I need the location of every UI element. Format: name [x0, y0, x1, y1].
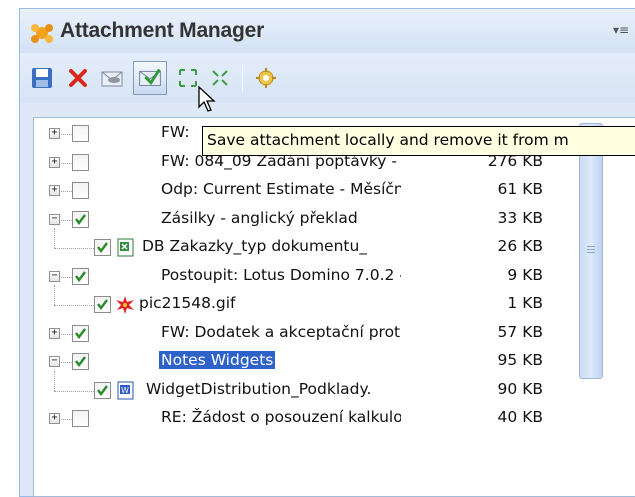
tooltip: Save attachment locally and remove it fr… — [202, 126, 635, 156]
panel-title: Attachment Manager — [60, 19, 265, 42]
save-and-remove-icon[interactable] — [133, 61, 167, 95]
excel-file-icon — [115, 237, 136, 258]
tree-row[interactable]: + FW: Dodatek a akceptační protok 57 KB — [34, 320, 614, 348]
panel-menu-icon[interactable]: ▾≡ — [613, 23, 629, 37]
tree-row[interactable]: W WidgetDistribution_Podklady. 90 KB — [34, 370, 614, 405]
tree-row-size: 33 KB — [497, 208, 543, 227]
tree-row-size: 61 KB — [497, 180, 543, 198]
word-file-icon: W — [115, 380, 136, 401]
panel-header: Attachment Manager ▾≡ — [20, 9, 635, 53]
tree-row-label[interactable]: FW: — [161, 123, 190, 141]
tree-row-label[interactable]: WidgetDistribution_Podklady. — [146, 380, 371, 398]
checkbox-checked[interactable] — [72, 324, 89, 342]
expand-icon[interactable]: + — [49, 327, 60, 339]
tree-row-size: 26 KB — [497, 237, 543, 255]
tree-row[interactable]: + RE: Žádost o posouzení kalkulová 40 KB — [34, 405, 614, 433]
tree-row[interactable]: + Odp: Current Estimate - Měsíční p 61 KB — [34, 177, 614, 205]
expand-icon[interactable]: + — [49, 413, 60, 424]
tree-row[interactable]: DB Zakazky_typ dokumentu_ 26 KB — [34, 228, 614, 262]
tree-row[interactable]: pic21548.gif 1 KB — [34, 285, 614, 319]
tree-row-label[interactable]: pic21548.gif — [139, 294, 236, 312]
toolbar — [20, 53, 635, 103]
checkbox-checked[interactable] — [72, 267, 89, 285]
tree-row-size: 9 KB — [507, 265, 543, 284]
tree-row-label[interactable]: FW: Dodatek a akceptační protok — [161, 323, 401, 341]
tree-row-label[interactable]: Zásilky - anglický překlad — [161, 209, 358, 227]
save-icon[interactable] — [29, 65, 55, 91]
tree-row-size: 1 KB — [507, 294, 543, 312]
svg-text:W: W — [121, 386, 129, 395]
checkbox-checked[interactable] — [72, 210, 89, 228]
checkbox-unchecked[interactable] — [72, 125, 89, 142]
mail-attachment-icon[interactable] — [99, 65, 125, 91]
tree-row-size: 95 KB — [497, 351, 543, 369]
collapse-icon[interactable]: − — [49, 356, 60, 367]
tree-row-size: 40 KB — [497, 408, 543, 426]
checkbox-checked[interactable] — [94, 381, 111, 399]
tree-row[interactable]: − Notes Widgets 95 KB — [34, 348, 614, 376]
mouse-cursor-icon — [198, 85, 216, 112]
tree-row[interactable]: − Zásilky - anglický překlad 33 KB — [34, 206, 614, 234]
checkbox-unchecked[interactable] — [72, 153, 89, 171]
tree-row-label[interactable]: Notes Widgets — [159, 351, 276, 369]
puzzle-icon — [31, 24, 53, 43]
tree-row[interactable]: − Postoupit: Lotus Domino 7.0.2 - I 9 KB — [34, 263, 614, 291]
tree-row-label[interactable]: RE: Žádost o posouzení kalkulová — [161, 408, 401, 426]
checkbox-unchecked[interactable] — [72, 182, 89, 199]
expand-icon[interactable]: + — [49, 156, 60, 168]
checkbox-unchecked[interactable] — [72, 410, 89, 427]
checkbox-checked[interactable] — [72, 353, 89, 370]
expand-icon[interactable]: + — [49, 128, 60, 139]
toolbar-separator — [242, 64, 243, 92]
tree-row-size: 90 KB — [497, 379, 543, 398]
tree-row-label[interactable]: Odp: Current Estimate - Měsíční p — [161, 180, 401, 198]
collapse-icon[interactable]: − — [49, 213, 60, 225]
collapse-icon[interactable]: − — [49, 270, 60, 282]
expand-icon[interactable]: + — [49, 185, 60, 196]
checkbox-checked[interactable] — [94, 239, 111, 256]
tree-row-label[interactable]: DB Zakazky_typ dokumentu_ — [142, 237, 367, 255]
checkbox-checked[interactable] — [94, 296, 111, 313]
settings-icon[interactable] — [253, 65, 279, 91]
image-file-icon — [115, 294, 136, 315]
attachment-tree: + FW: + FW: 084_09 Zadání poptávky - 'I 276 … — [33, 117, 635, 497]
tree-row-size: 57 KB — [497, 322, 543, 341]
tree-row-label[interactable]: Postoupit: Lotus Domino 7.0.2 - I — [161, 266, 401, 284]
delete-icon[interactable] — [65, 65, 91, 91]
